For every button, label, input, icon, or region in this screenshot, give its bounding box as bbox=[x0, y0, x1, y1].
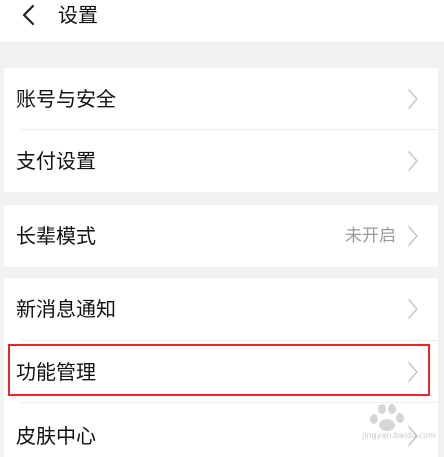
paw-logo-icon bbox=[370, 404, 404, 431]
watermark: jingyan.baidu.com bbox=[362, 401, 436, 445]
settings-item-feature-management[interactable]: 功能管理 bbox=[4, 341, 438, 403]
chevron-right-icon bbox=[408, 226, 418, 246]
settings-item-account-security[interactable]: 账号与安全 bbox=[4, 68, 438, 130]
settings-item-label: 支付设置 bbox=[16, 149, 96, 173]
settings-item-notifications[interactable]: 新消息通知 bbox=[4, 278, 438, 341]
settings-item-payment[interactable]: 支付设置 bbox=[4, 130, 438, 192]
chevron-right-icon bbox=[408, 362, 418, 382]
back-arrow-icon[interactable] bbox=[18, 4, 40, 26]
page-title: 设置 bbox=[58, 3, 98, 27]
watermark-text: jingyan.baidu.com bbox=[362, 431, 436, 440]
chevron-right-icon bbox=[408, 299, 418, 319]
chevron-right-icon bbox=[408, 151, 418, 171]
elder-mode-status: 未开启 bbox=[345, 226, 396, 246]
settings-item-elder-mode[interactable]: 长辈模式 未开启 bbox=[4, 205, 438, 267]
settings-item-label: 长辈模式 bbox=[16, 224, 96, 248]
settings-item-label: 功能管理 bbox=[16, 360, 96, 384]
chevron-right-icon bbox=[408, 89, 418, 109]
settings-item-label: 账号与安全 bbox=[16, 87, 116, 111]
settings-item-label: 皮肤中心 bbox=[16, 424, 96, 448]
top-bar: 设置 bbox=[0, 0, 444, 42]
settings-item-label: 新消息通知 bbox=[16, 297, 116, 321]
